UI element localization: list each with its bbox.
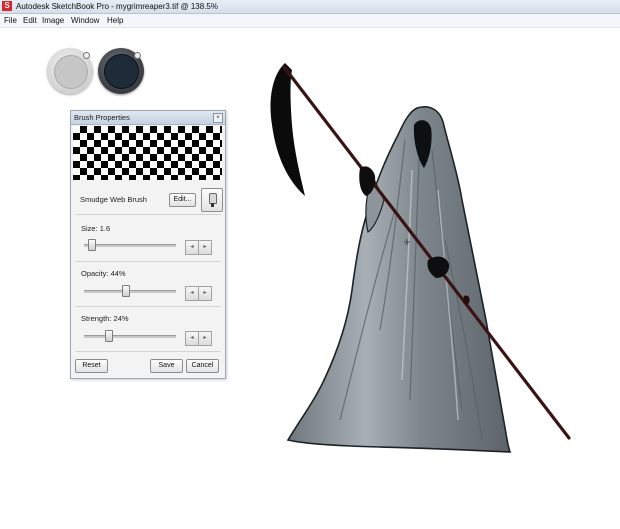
strength-decrease-button[interactable]: ◂ bbox=[185, 331, 199, 346]
brush-icon bbox=[209, 193, 217, 207]
opacity-decrease-button[interactable]: ◂ bbox=[185, 286, 199, 301]
reset-button[interactable]: Reset bbox=[75, 359, 108, 373]
size-slider-track[interactable] bbox=[84, 244, 176, 247]
size-stepper: ◂ ▸ bbox=[185, 240, 212, 255]
divider bbox=[75, 306, 221, 307]
divider bbox=[75, 214, 221, 215]
opacity-increase-button[interactable]: ▸ bbox=[198, 286, 212, 301]
divider bbox=[75, 351, 221, 352]
panel-title-bar[interactable]: Brush Properties × bbox=[71, 111, 225, 125]
strength-increase-button[interactable]: ▸ bbox=[198, 331, 212, 346]
size-increase-button[interactable]: ▸ bbox=[198, 240, 212, 255]
cancel-button[interactable]: Cancel bbox=[186, 359, 219, 373]
panel-title: Brush Properties bbox=[74, 113, 130, 122]
strength-label: Strength: 24% bbox=[81, 314, 129, 323]
divider bbox=[75, 261, 221, 262]
opacity-stepper: ◂ ▸ bbox=[185, 286, 212, 301]
opacity-label: Opacity: 44% bbox=[81, 269, 126, 278]
strength-stepper: ◂ ▸ bbox=[185, 331, 212, 346]
brush-tool-button[interactable] bbox=[201, 188, 223, 212]
close-icon[interactable]: × bbox=[213, 113, 223, 123]
brush-properties-panel: Brush Properties × Smudge Web Brush Edit… bbox=[70, 110, 226, 379]
opacity-slider-thumb[interactable] bbox=[121, 285, 130, 297]
brush-preview bbox=[73, 126, 222, 180]
reaper-robe bbox=[286, 106, 512, 453]
strength-slider-track[interactable] bbox=[84, 335, 176, 338]
size-decrease-button[interactable]: ◂ bbox=[185, 240, 199, 255]
size-slider-thumb[interactable] bbox=[88, 239, 97, 251]
edit-brush-button[interactable]: Edit... bbox=[169, 193, 196, 207]
opacity-slider-track[interactable] bbox=[84, 290, 176, 293]
strength-slider-thumb[interactable] bbox=[104, 330, 113, 342]
save-button[interactable]: Save bbox=[150, 359, 183, 373]
brush-name-label: Smudge Web Brush bbox=[80, 195, 147, 204]
scythe-blade bbox=[270, 63, 305, 196]
size-label: Size: 1.6 bbox=[81, 224, 111, 233]
